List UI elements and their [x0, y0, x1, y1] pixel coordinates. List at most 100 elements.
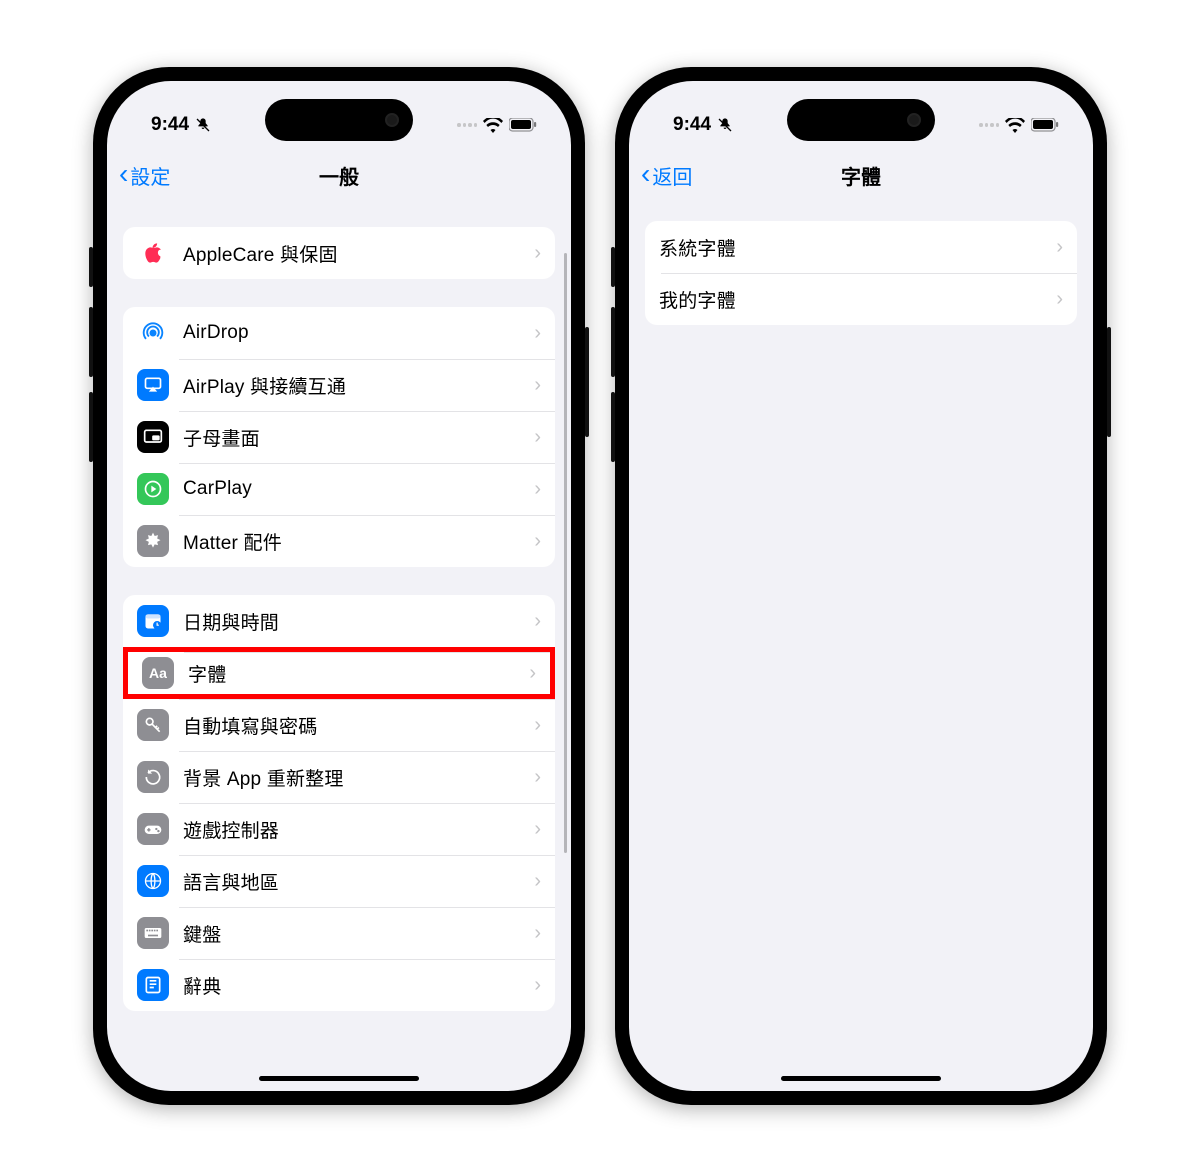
chevron-left-icon: ‹: [641, 160, 650, 188]
power-button: [585, 327, 589, 437]
settings-row-keyboard-icon[interactable]: 鍵盤›: [123, 907, 555, 959]
row-label: 鍵盤: [183, 920, 534, 947]
back-label: 返回: [652, 161, 692, 190]
calendar-clock-icon: [137, 605, 169, 637]
battery-icon: [1031, 118, 1059, 132]
screen-left: 9:44 ‹ 設定 一般: [107, 81, 571, 1091]
battery-icon: [509, 118, 537, 132]
group-fonts: 系統字體›我的字體›: [645, 221, 1077, 325]
settings-row-airplay-icon[interactable]: AirPlay 與接續互通›: [123, 359, 555, 411]
front-camera: [385, 113, 399, 127]
volume-down-button: [89, 392, 93, 462]
clock: 9:44: [673, 114, 711, 136]
chevron-right-icon: ›: [534, 242, 541, 265]
chevron-right-icon: ›: [534, 766, 541, 789]
row-label: AppleCare 與保固: [183, 240, 534, 267]
fonts-list[interactable]: 系統字體›我的字體›: [629, 199, 1093, 1091]
settings-row-我的字體[interactable]: 我的字體›: [645, 273, 1077, 325]
settings-row-airdrop-icon[interactable]: AirDrop›: [123, 307, 555, 359]
mute-switch: [611, 247, 615, 287]
group-applecare: AppleCare 與保固›: [123, 227, 555, 279]
chevron-right-icon: ›: [534, 714, 541, 737]
settings-row-key-icon[interactable]: 自動填寫與密碼›: [123, 699, 555, 751]
back-label: 設定: [130, 161, 170, 190]
row-label: 背景 App 重新整理: [183, 764, 534, 791]
row-label: 字體: [188, 660, 529, 687]
chevron-right-icon: ›: [534, 974, 541, 997]
settings-row-fonts-icon[interactable]: Aa 字體›: [123, 647, 555, 699]
settings-row-book-icon[interactable]: 辭典›: [123, 959, 555, 1011]
clock: 9:44: [151, 114, 189, 136]
cellular-dots-icon: [979, 123, 999, 127]
chevron-right-icon: ›: [1056, 288, 1063, 311]
row-label: 子母畫面: [183, 424, 534, 451]
refresh-icon: [137, 761, 169, 793]
fonts-icon: Aa: [142, 657, 174, 689]
row-label: 自動填寫與密碼: [183, 712, 534, 739]
chevron-left-icon: ‹: [119, 160, 128, 188]
dynamic-island: [265, 99, 413, 141]
row-label: 遊戲控制器: [183, 816, 534, 843]
dynamic-island: [787, 99, 935, 141]
home-indicator[interactable]: [781, 1076, 941, 1081]
row-label: Matter 配件: [183, 528, 534, 555]
settings-row-refresh-icon[interactable]: 背景 App 重新整理›: [123, 751, 555, 803]
silent-mode-icon: [717, 117, 733, 133]
key-icon: [137, 709, 169, 741]
row-label: 辭典: [183, 972, 534, 999]
chevron-right-icon: ›: [534, 322, 541, 345]
chevron-right-icon: ›: [1056, 236, 1063, 259]
screen-right: 9:44 ‹ 返回 字體 系統字體›我: [629, 81, 1093, 1091]
front-camera: [907, 113, 921, 127]
airdrop-icon: [137, 317, 169, 349]
chevron-right-icon: ›: [534, 870, 541, 893]
settings-row-系統字體[interactable]: 系統字體›: [645, 221, 1077, 273]
phone-frame-right: 9:44 ‹ 返回 字體 系統字體›我: [615, 67, 1107, 1105]
group-connectivity: AirDrop›AirPlay 與接續互通›子母畫面›CarPlay›Matte…: [123, 307, 555, 567]
volume-down-button: [611, 392, 615, 462]
row-label: 系統字體: [659, 234, 1056, 261]
page-title: 一般: [319, 161, 359, 190]
settings-row-matter-icon[interactable]: Matter 配件›: [123, 515, 555, 567]
settings-row-globe-icon[interactable]: 語言與地區›: [123, 855, 555, 907]
settings-list[interactable]: AppleCare 與保固› AirDrop›AirPlay 與接續互通›子母畫…: [107, 199, 571, 1091]
silent-mode-icon: [195, 117, 211, 133]
row-label: CarPlay: [183, 478, 534, 500]
group-system: 日期與時間›Aa字體›自動填寫與密碼›背景 App 重新整理›遊戲控制器›語言與…: [123, 595, 555, 1011]
volume-up-button: [611, 307, 615, 377]
back-button[interactable]: ‹ 返回: [641, 161, 692, 190]
matter-icon: [137, 525, 169, 557]
book-icon: [137, 969, 169, 1001]
row-label: AirPlay 與接續互通: [183, 372, 534, 399]
settings-row-apple-logo-icon[interactable]: AppleCare 與保固›: [123, 227, 555, 279]
home-indicator[interactable]: [259, 1076, 419, 1081]
globe-icon: [137, 865, 169, 897]
keyboard-icon: [137, 917, 169, 949]
airplay-icon: [137, 369, 169, 401]
settings-row-calendar-clock-icon[interactable]: 日期與時間›: [123, 595, 555, 647]
wifi-icon: [483, 118, 503, 133]
apple-logo-icon: [137, 237, 169, 269]
chevron-right-icon: ›: [529, 662, 536, 685]
chevron-right-icon: ›: [534, 818, 541, 841]
phone-frame-left: 9:44 ‹ 設定 一般: [93, 67, 585, 1105]
pip-icon: [137, 421, 169, 453]
nav-bar: ‹ 設定 一般: [107, 151, 571, 199]
row-label: 語言與地區: [183, 868, 534, 895]
row-label: AirDrop: [183, 322, 534, 344]
carplay-icon: [137, 473, 169, 505]
nav-bar: ‹ 返回 字體: [629, 151, 1093, 199]
power-button: [1107, 327, 1111, 437]
row-label: 日期與時間: [183, 608, 534, 635]
settings-row-gamepad-icon[interactable]: 遊戲控制器›: [123, 803, 555, 855]
scrollbar[interactable]: [564, 253, 567, 853]
chevron-right-icon: ›: [534, 922, 541, 945]
back-button[interactable]: ‹ 設定: [119, 161, 170, 190]
page-title: 字體: [841, 161, 881, 190]
chevron-right-icon: ›: [534, 530, 541, 553]
gamepad-icon: [137, 813, 169, 845]
chevron-right-icon: ›: [534, 374, 541, 397]
volume-up-button: [89, 307, 93, 377]
settings-row-pip-icon[interactable]: 子母畫面›: [123, 411, 555, 463]
settings-row-carplay-icon[interactable]: CarPlay›: [123, 463, 555, 515]
